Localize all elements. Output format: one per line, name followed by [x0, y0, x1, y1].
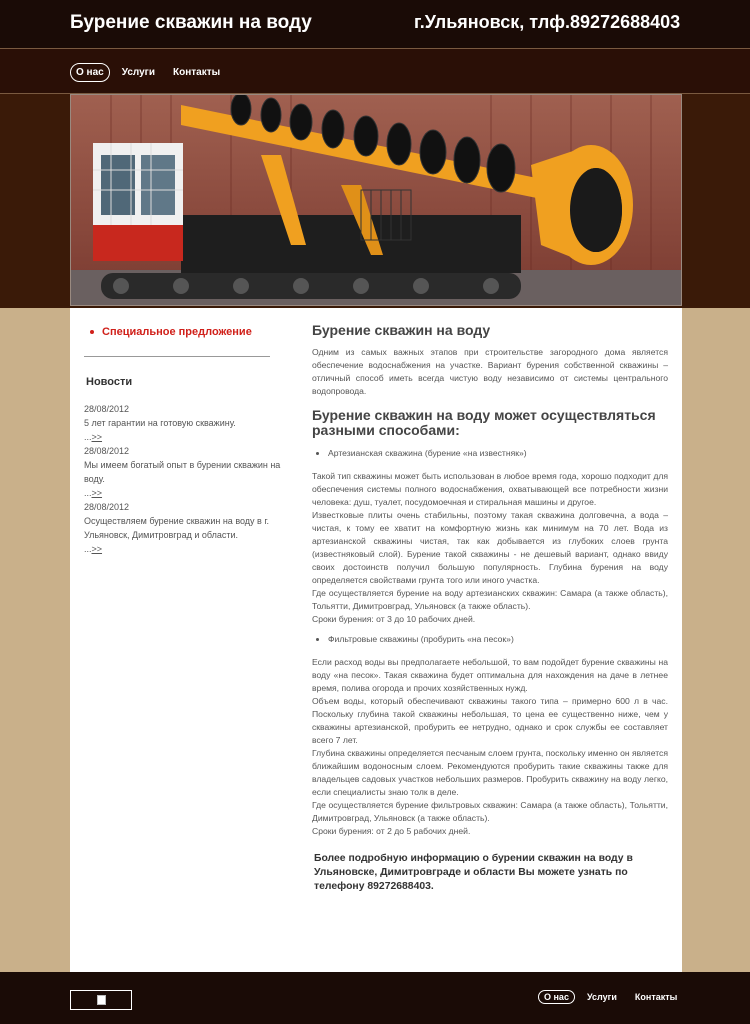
nav-services[interactable]: Услуги — [116, 63, 161, 82]
news-more-prefix: ... — [84, 488, 92, 498]
method-item: Фильтровые скважины (пробурить «на песок… — [328, 632, 668, 646]
paragraph: Где осуществляется бурение на воду артез… — [312, 588, 668, 611]
article-heading: Бурение скважин на воду — [312, 322, 491, 338]
site-title: Бурение скважин на воду — [70, 12, 312, 33]
special-offer-label: Специальное предложение — [102, 326, 252, 338]
footer-nav-about[interactable]: О нас — [538, 990, 575, 1004]
article-subheading: Бурение скважин на воду может осуществля… — [312, 407, 656, 438]
news-more-link[interactable]: >> — [92, 488, 103, 498]
news-item: 28/08/2012 Осуществляем бурение скважин … — [84, 500, 294, 556]
paragraph: Где осуществляется бурение фильтровых ск… — [312, 800, 668, 823]
news-date: 28/08/2012 — [84, 446, 130, 456]
news-text: Мы имеем богатый опыт в бурении скважин … — [84, 460, 281, 484]
footer-bar: О нас Услуги Контакты — [0, 972, 750, 1024]
footer-nav-contacts[interactable]: Контакты — [629, 990, 683, 1004]
paragraph: Сроки бурения: от 2 до 5 рабочих дней. — [312, 826, 471, 836]
news-item: 28/08/2012 Мы имеем богатый опыт в бурен… — [84, 444, 294, 500]
news-more-prefix: ... — [84, 432, 92, 442]
news-more-prefix: ... — [84, 544, 92, 554]
paragraph: Объем воды, который обеспечивают скважин… — [312, 696, 668, 745]
bullet-icon — [90, 330, 94, 334]
special-offer-list: Специальное предложение — [90, 326, 252, 338]
method-list: Фильтровые скважины (пробурить «на песок… — [312, 632, 668, 646]
footer-nav-services[interactable]: Услуги — [581, 990, 623, 1004]
news-item: 28/08/2012 5 лет гарантии на готовую скв… — [84, 402, 294, 444]
paragraph: Сроки бурения: от 3 до 10 рабочих дней. — [312, 614, 476, 624]
article-intro: Одним из самых важных этапов при строите… — [312, 347, 668, 396]
header-bar: Бурение скважин на воду г.Ульяновск, тлф… — [0, 0, 750, 48]
news-date: 28/08/2012 — [84, 404, 130, 414]
method-list: Артезианская скважина (бурение «на извес… — [312, 446, 668, 460]
news-text: Осуществляем бурение скважин на воду в г… — [84, 516, 270, 540]
news-title: Новости — [86, 376, 133, 388]
paragraph: Если расход воды вы предполагаете неболь… — [312, 657, 668, 693]
site-phone: г.Ульяновск, тлф.89272688403 — [414, 12, 681, 32]
paragraph: Известковые плиты очень стабильны, поэто… — [312, 510, 668, 585]
content-area: Специальное предложение Новости 28/08/20… — [70, 308, 682, 972]
main-nav-bar: О нас Услуги Контакты — [0, 48, 750, 94]
nav-contacts[interactable]: Контакты — [167, 63, 226, 82]
special-offer-link[interactable]: Специальное предложение — [90, 326, 252, 338]
news-date: 28/08/2012 — [84, 502, 130, 512]
news-more-link[interactable]: >> — [92, 432, 103, 442]
method-item: Артезианская скважина (бурение «на извес… — [328, 446, 668, 460]
main-nav: О нас Услуги Контакты — [70, 63, 226, 82]
broken-image-icon — [97, 995, 106, 1005]
main-article: Бурение скважин на воду Одним из самых в… — [312, 322, 668, 894]
paragraph: Глубина скважины определяется песчаным с… — [312, 748, 668, 797]
news-list: 28/08/2012 5 лет гарантии на готовую скв… — [84, 402, 294, 556]
footer-nav: О нас Услуги Контакты — [538, 990, 683, 1004]
news-more-link[interactable]: >> — [92, 544, 103, 554]
news-text: 5 лет гарантии на готовую скважину. — [84, 418, 236, 428]
hero-drilling-rig-image — [70, 94, 682, 306]
contact-note: Более подробную информацию о бурении скв… — [314, 853, 633, 892]
nav-about[interactable]: О нас — [70, 63, 110, 82]
paragraph: Такой тип скважины может быть использова… — [312, 471, 668, 507]
sidebar-divider — [84, 356, 270, 357]
footer-image — [70, 990, 132, 1010]
